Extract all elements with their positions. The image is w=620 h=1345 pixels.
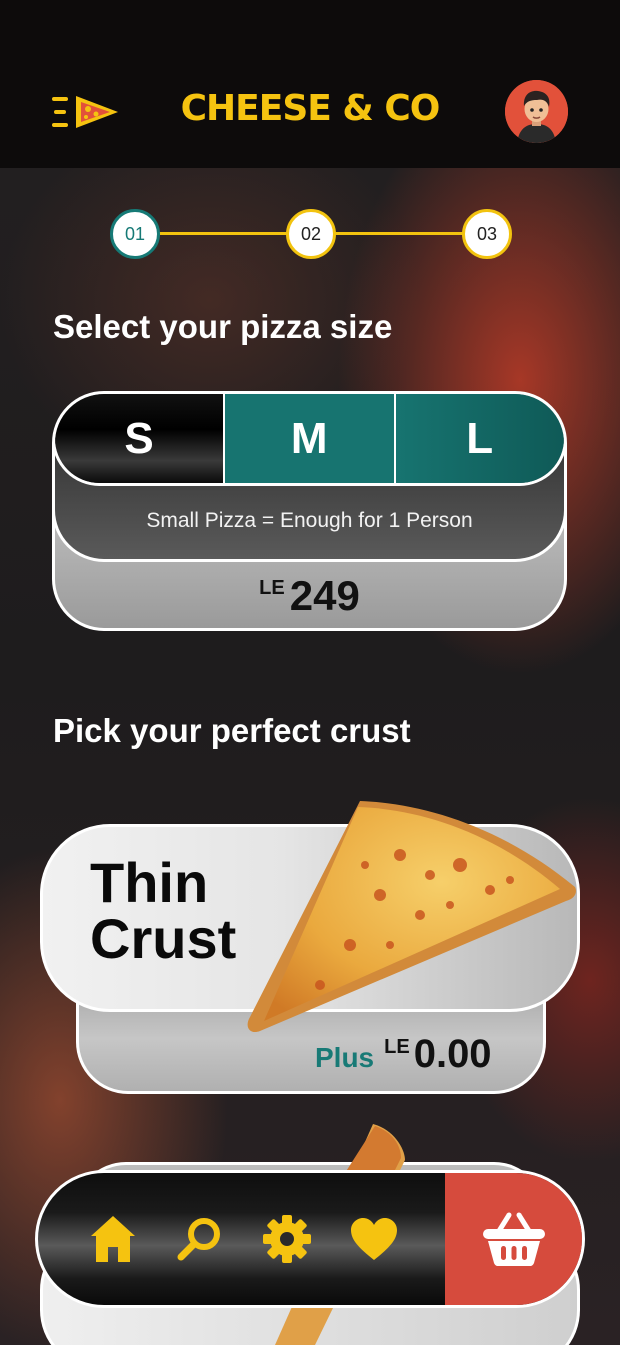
crust-price: Plus LE 0.00 xyxy=(315,1032,492,1077)
home-icon xyxy=(91,1216,136,1262)
size-selector: S M L xyxy=(55,394,564,486)
pizza-slice-image xyxy=(247,801,576,1033)
gear-icon xyxy=(262,1215,311,1263)
step-1[interactable]: 01 xyxy=(110,209,160,259)
price-currency: LE xyxy=(259,577,285,599)
crust-price-value: 0.00 xyxy=(413,1032,492,1076)
bottom-navigation xyxy=(35,1170,585,1308)
size-section-title: Select your pizza size xyxy=(53,308,393,345)
progress-stepper: 01 02 03 xyxy=(110,209,512,259)
step-2[interactable]: 02 xyxy=(286,209,336,259)
crust-plus-label: Plus xyxy=(315,1042,375,1073)
nav-favorites[interactable] xyxy=(346,1211,402,1267)
nav-search[interactable] xyxy=(172,1211,228,1267)
basket-icon xyxy=(482,1212,545,1266)
nav-home[interactable] xyxy=(85,1211,141,1267)
size-description: Small Pizza = Enough for 1 Person xyxy=(146,509,473,532)
price-value: 249 xyxy=(289,572,360,619)
crust-currency: LE xyxy=(384,1036,410,1058)
app-header: CHEESE & CO xyxy=(0,0,620,168)
heart-icon xyxy=(350,1218,397,1260)
search-icon xyxy=(177,1218,221,1261)
cart-button[interactable] xyxy=(445,1173,582,1305)
size-card: Small Pizza = Enough for 1 Person S M L … xyxy=(52,391,567,631)
nav-settings[interactable] xyxy=(259,1211,315,1267)
size-option-small[interactable]: S xyxy=(55,394,225,483)
size-price: LE 249 xyxy=(55,572,564,620)
avatar-icon xyxy=(505,80,568,143)
size-option-large[interactable]: L xyxy=(395,394,564,483)
crust-section-title: Pick your perfect crust xyxy=(53,712,411,749)
step-3[interactable]: 03 xyxy=(462,209,512,259)
size-option-medium[interactable]: M xyxy=(225,394,396,483)
user-avatar[interactable] xyxy=(505,80,568,143)
